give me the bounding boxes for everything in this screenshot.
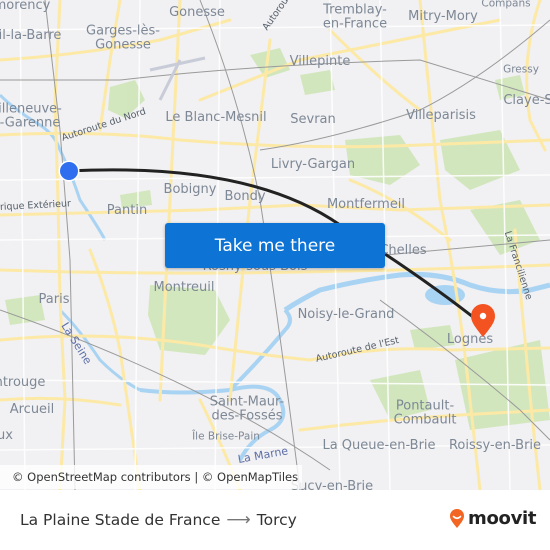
origin-dot-icon	[60, 162, 78, 180]
place-label-villepinte: Villepinte	[289, 54, 351, 70]
place-label-montmorency: morency	[0, 0, 51, 14]
route-title: La Plaine Stade de France ⟶ Torcy	[20, 510, 297, 530]
moovit-wordmark: moovit	[468, 508, 537, 529]
footer-bar: La Plaine Stade de France ⟶ Torcy moovit	[0, 490, 550, 550]
place-label-garges: Garges-lès- Gonesse	[86, 23, 160, 52]
place-label-chelles: Chelles	[379, 243, 427, 259]
place-label-villeneuve: illeneuve- -Garenne	[0, 101, 62, 130]
map-view[interactable]: morency Gonesse Tremblay-en-France Mitry-Mo…	[0, 0, 550, 490]
place-label-gressy: Gressy	[503, 63, 539, 76]
place-label-ile-brise-pain: Île Brise-Pain	[192, 430, 260, 443]
map-attribution[interactable]: © OpenStreetMap contributors | © OpenMap…	[0, 465, 302, 489]
place-label-claye-souilly: Claye-S	[503, 93, 550, 109]
place-label-noisy-le-grand: Noisy-le-Grand	[297, 307, 395, 323]
take-me-there-button[interactable]: Take me there	[165, 223, 385, 268]
place-label-mitry-mory: Mitry-Mory	[408, 9, 478, 25]
place-label-deuil-la-barre: il-la-Barre	[0, 28, 62, 44]
place-label-sucy-en-brie: Sucy-en-Brie	[290, 479, 374, 490]
place-label-pantin: Pantin	[106, 203, 148, 219]
route-destination: Torcy	[256, 511, 297, 529]
route-origin: La Plaine Stade de France	[20, 511, 221, 529]
place-label-paris: Paris	[38, 292, 70, 308]
map-pin-icon	[471, 304, 495, 337]
place-label-livry-gargan: Livry-Gargan	[270, 157, 356, 173]
place-label-montfermeil: Montfermeil	[326, 197, 406, 213]
place-label-tremblay: Tremblay-en-France	[322, 2, 388, 31]
place-label-la-queue-en-brie: La Queue-en-Brie	[322, 438, 436, 454]
place-label-roissy-en-brie: Roissy-en-Brie	[448, 438, 542, 454]
place-label-gonesse: Gonesse	[169, 5, 225, 21]
place-label-pontault: Pontault- Combault	[393, 398, 457, 427]
destination-marker[interactable]	[469, 303, 497, 339]
place-label-montreuil: Montreuil	[153, 280, 215, 296]
moovit-pin-icon	[450, 508, 464, 528]
place-label-saint-maur: Saint-Maur-des-Fossés	[209, 394, 285, 423]
place-label-sevran: Sevran	[290, 112, 336, 128]
place-label-villeparisis: Villeparisis	[406, 108, 476, 124]
arrow-right-icon: ⟶	[226, 510, 251, 530]
moovit-logo[interactable]: moovit	[449, 508, 537, 529]
origin-marker[interactable]	[57, 159, 81, 183]
place-label-bobigny: Bobigny	[163, 182, 217, 198]
place-label-compans: Compans	[481, 0, 531, 10]
place-label-fresnes: ux	[0, 428, 13, 444]
place-label-le-blanc-mesnil: Le Blanc-Mesnil	[165, 110, 267, 126]
place-label-gentilly: ntrouge	[0, 375, 46, 391]
place-label-bondy: Bondy	[224, 189, 266, 205]
place-label-arcueil: Arcueil	[9, 402, 55, 418]
